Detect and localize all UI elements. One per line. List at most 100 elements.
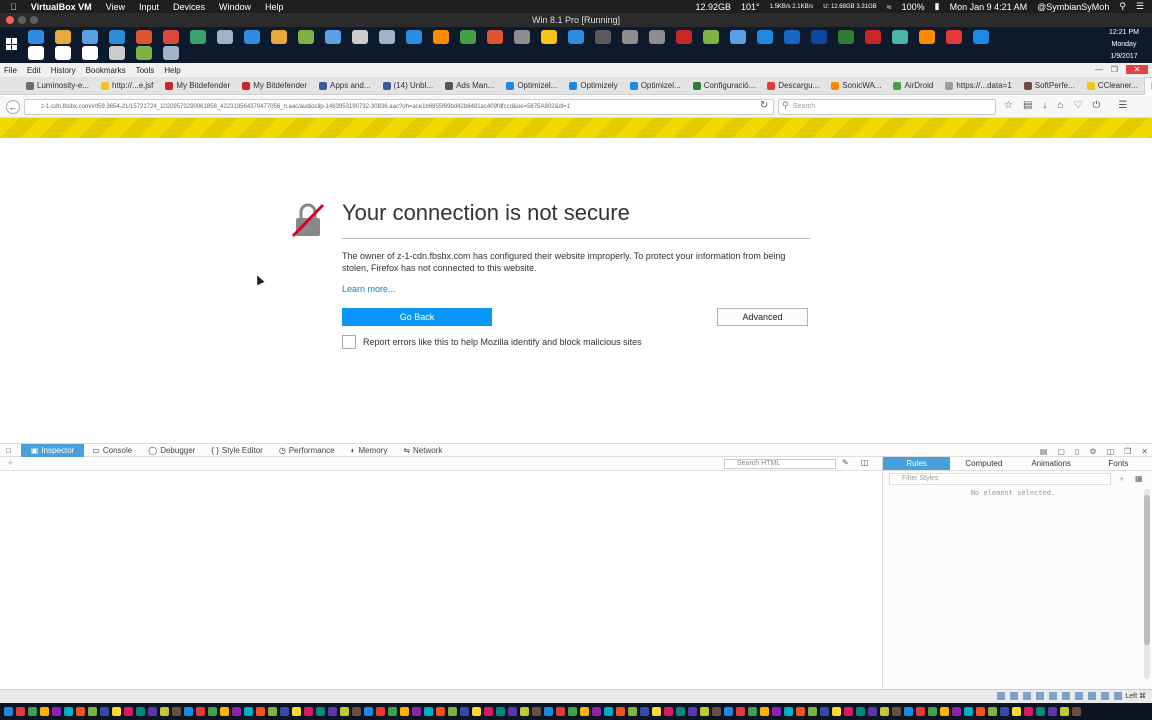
wifi-icon[interactable]: ≈ bbox=[887, 2, 892, 12]
dock-app-icon[interactable] bbox=[544, 707, 553, 716]
dock-app-icon[interactable] bbox=[520, 707, 529, 716]
taskbar-app-icon[interactable] bbox=[163, 46, 179, 60]
browser-tab[interactable]: My Bitdefender bbox=[236, 81, 313, 90]
taskbar-app-icon[interactable] bbox=[919, 30, 935, 44]
dock-app-icon[interactable] bbox=[628, 707, 637, 716]
dock-app-icon[interactable] bbox=[928, 707, 937, 716]
dock-app-icon[interactable] bbox=[232, 707, 241, 716]
browser-tab[interactable]: Optimizel... bbox=[500, 81, 563, 90]
dock-app-icon[interactable] bbox=[976, 707, 985, 716]
dock-app-icon[interactable] bbox=[364, 707, 373, 716]
search-html-input[interactable]: Search HTML bbox=[724, 459, 836, 469]
dock-app-icon[interactable] bbox=[508, 707, 517, 716]
dock-app-icon[interactable] bbox=[340, 707, 349, 716]
menu-window[interactable]: Window bbox=[219, 2, 251, 12]
dock-app-icon[interactable] bbox=[736, 707, 745, 716]
browser-tab[interactable]: SonicWA... bbox=[825, 81, 887, 90]
recording-icon[interactable] bbox=[1088, 692, 1096, 700]
menu-edit[interactable]: Edit bbox=[27, 66, 41, 75]
shared-folder-icon[interactable] bbox=[1062, 692, 1070, 700]
browser-tab[interactable]: Configuració... bbox=[687, 81, 762, 90]
taskbar-app-icon[interactable] bbox=[109, 30, 125, 44]
browser-tab[interactable]: Optimizel... bbox=[624, 81, 687, 90]
browser-tab[interactable]: Apps and... bbox=[313, 81, 376, 90]
network-adapter-icon[interactable] bbox=[1036, 692, 1044, 700]
dock-app-icon[interactable] bbox=[784, 707, 793, 716]
temperature-status[interactable]: 101° bbox=[741, 2, 760, 12]
dock-app-icon[interactable] bbox=[760, 707, 769, 716]
pseudo-class-icon[interactable]: ▦ bbox=[1135, 474, 1143, 483]
dock-app-icon[interactable] bbox=[256, 707, 265, 716]
dock-app-icon[interactable] bbox=[568, 707, 577, 716]
taskbar-app-icon[interactable] bbox=[136, 46, 152, 60]
dock-app-icon[interactable] bbox=[688, 707, 697, 716]
user-menu[interactable]: @SymbianSyMoh bbox=[1037, 2, 1109, 12]
dock-app-icon[interactable] bbox=[460, 707, 469, 716]
taskbar-app-icon[interactable] bbox=[784, 30, 800, 44]
tab-console[interactable]: ▭ Console bbox=[84, 446, 140, 455]
taskbar-app-icon[interactable] bbox=[460, 30, 476, 44]
taskbar-app-icon[interactable] bbox=[325, 30, 341, 44]
dock-app-icon[interactable] bbox=[472, 707, 481, 716]
menu-file[interactable]: File bbox=[4, 66, 17, 75]
minimize-icon[interactable]: — bbox=[1095, 65, 1103, 74]
taskbar-app-icon[interactable] bbox=[811, 30, 827, 44]
dock-app-icon[interactable] bbox=[856, 707, 865, 716]
dock-app-icon[interactable] bbox=[808, 707, 817, 716]
windows-clock[interactable]: 12:21 PM Monday 1/9/2017 bbox=[1102, 27, 1146, 63]
taskbar-app-icon[interactable] bbox=[352, 30, 368, 44]
markup-view[interactable] bbox=[0, 471, 882, 689]
taskbar-app-icon[interactable] bbox=[298, 30, 314, 44]
taskbar-app-icon[interactable] bbox=[622, 30, 638, 44]
close-devtools-icon[interactable]: ✕ bbox=[1141, 447, 1148, 456]
tab-rules[interactable]: Rules bbox=[883, 457, 951, 470]
dock-app-icon[interactable] bbox=[1024, 707, 1033, 716]
back-button[interactable]: ← bbox=[6, 100, 20, 114]
browser-tab[interactable]: SoftPerfe... bbox=[1018, 81, 1081, 90]
dock-app-icon[interactable] bbox=[52, 707, 61, 716]
taskbar-app-icon[interactable] bbox=[379, 30, 395, 44]
dock-app-icon[interactable] bbox=[1012, 707, 1021, 716]
shield-icon[interactable]: ⏻ bbox=[1092, 100, 1100, 111]
eyedropper-icon[interactable]: ✎ bbox=[842, 458, 849, 467]
dock-app-icon[interactable] bbox=[376, 707, 385, 716]
browser-tab[interactable]: Ads Man... bbox=[439, 81, 500, 90]
menu-view[interactable]: View bbox=[106, 2, 125, 12]
taskbar-app-icon[interactable] bbox=[271, 30, 287, 44]
browser-tab[interactable]: CCleaner... bbox=[1081, 81, 1144, 90]
taskbar-app-icon[interactable] bbox=[514, 30, 530, 44]
browser-tab[interactable]: AirDroid bbox=[887, 81, 939, 90]
browser-tab[interactable]: My Bitdefender bbox=[159, 81, 236, 90]
dock-app-icon[interactable] bbox=[484, 707, 493, 716]
dock-app-icon[interactable] bbox=[604, 707, 613, 716]
memory-status[interactable]: 12.92GB bbox=[695, 2, 731, 12]
taskbar-app-icon[interactable] bbox=[109, 46, 125, 60]
taskbar-app-icon[interactable] bbox=[649, 30, 665, 44]
bookmark-star-icon[interactable]: ☆ bbox=[1004, 100, 1013, 111]
search-input[interactable]: Search bbox=[778, 99, 996, 115]
tab-fonts[interactable]: Fonts bbox=[1085, 457, 1152, 470]
mouse-integration-icon[interactable] bbox=[1114, 692, 1122, 700]
windows-start-icon[interactable] bbox=[6, 38, 18, 50]
browser-tab[interactable]: Optimizely bbox=[563, 81, 623, 90]
dock-app-icon[interactable] bbox=[556, 707, 565, 716]
settings-gear-icon[interactable]: ⚙ bbox=[1089, 447, 1096, 456]
dock-app-icon[interactable] bbox=[316, 707, 325, 716]
taskbar-app-icon[interactable] bbox=[433, 30, 449, 44]
dock-app-icon[interactable] bbox=[208, 707, 217, 716]
dock-app-icon[interactable] bbox=[748, 707, 757, 716]
dock-app-icon[interactable] bbox=[796, 707, 805, 716]
dock-app-icon[interactable] bbox=[400, 707, 409, 716]
dock-app-icon[interactable] bbox=[820, 707, 829, 716]
dock-app-icon[interactable] bbox=[88, 707, 97, 716]
dock-app-icon[interactable] bbox=[988, 707, 997, 716]
tab-memory[interactable]: ◐ Memory bbox=[343, 446, 396, 455]
filter-styles-input[interactable]: Filter Styles bbox=[889, 473, 1111, 485]
browser-tab[interactable]: Descargu... bbox=[761, 81, 825, 90]
dock-app-icon[interactable] bbox=[424, 707, 433, 716]
dock-app-icon[interactable] bbox=[448, 707, 457, 716]
taskbar-app-icon[interactable] bbox=[163, 30, 179, 44]
dock-app-icon[interactable] bbox=[352, 707, 361, 716]
taskbar-app-icon[interactable] bbox=[757, 30, 773, 44]
dock-app-icon[interactable] bbox=[268, 707, 277, 716]
